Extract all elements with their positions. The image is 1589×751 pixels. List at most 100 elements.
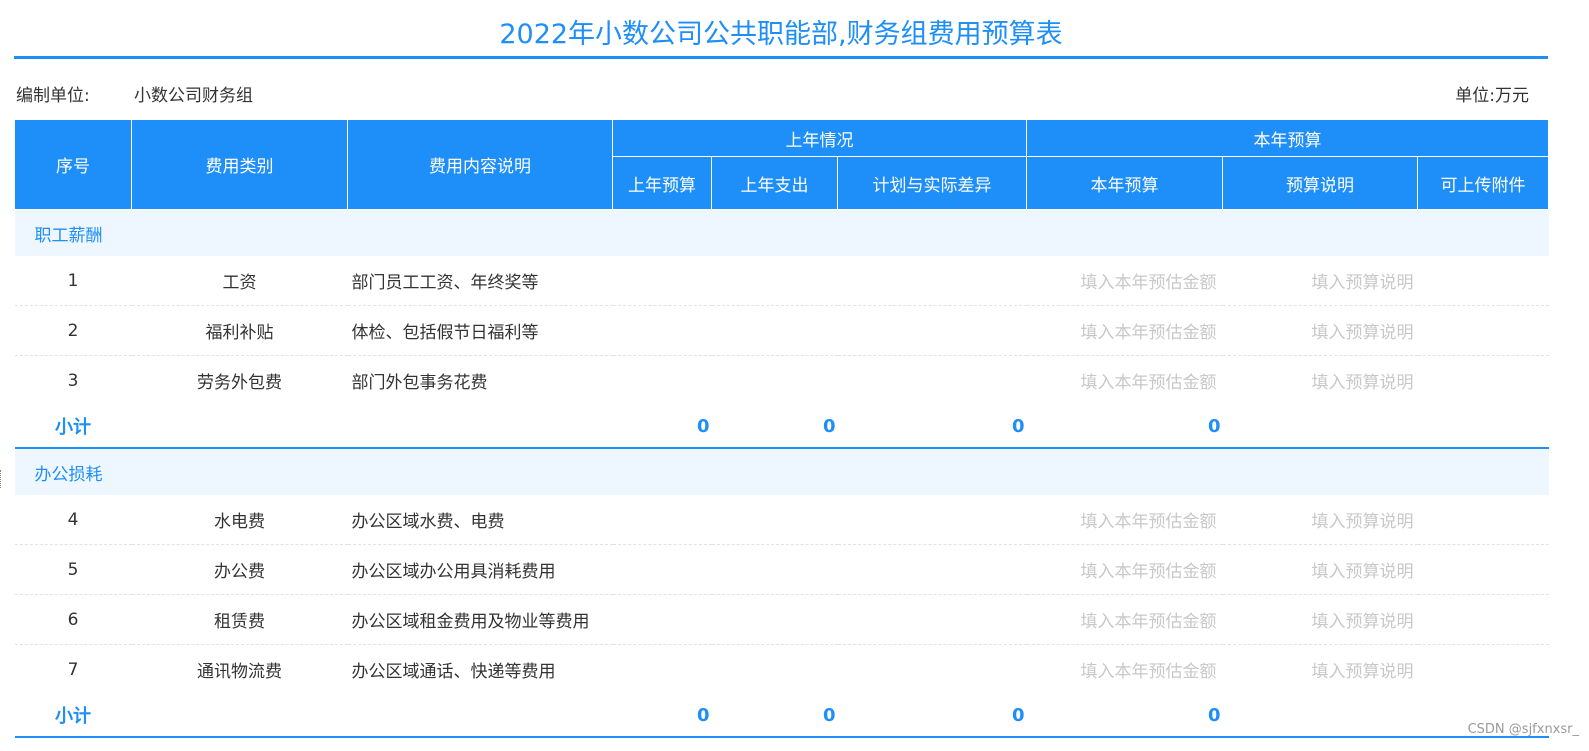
attachment-cell[interactable] [1418, 645, 1549, 695]
table-row: 6 租赁费 办公区域租金费用及物业等费用 填入本年预估金额 填入预算说明 [14, 594, 1549, 645]
budget-amount-placeholder: 填入本年预估金额 [1080, 323, 1217, 343]
col-header-category: 费用类别 [131, 119, 348, 210]
attachment-cell[interactable] [1417, 594, 1549, 645]
subtotal-budget: 0 [1026, 405, 1223, 449]
col-header-description: 费用内容说明 [347, 119, 613, 210]
cell-last-spend [711, 256, 838, 306]
budget-table: 序号 费用类别 费用内容说明 上年情况 本年预算 上年预算 上年支出 计划与实际… [14, 119, 1549, 738]
cell-last-budget [613, 645, 712, 695]
attachment-cell[interactable] [1417, 544, 1549, 595]
cell-seq: 2 [14, 305, 132, 356]
col-header-last-spend: 上年支出 [711, 156, 838, 210]
budget-note-placeholder: 填入预算说明 [1311, 273, 1414, 293]
cell-category: 福利补贴 [131, 305, 348, 356]
subtotal-last-budget: 0 [612, 405, 712, 449]
table-row: 2 福利补贴 体检、包括假节日福利等 填入本年预估金额 填入预算说明 [14, 305, 1549, 356]
subtotal-last-budget: 0 [612, 694, 712, 738]
budget-amount-placeholder: 填入本年预估金额 [1080, 373, 1217, 393]
subtotal-empty [131, 694, 348, 738]
cell-category: 工资 [131, 256, 348, 306]
cell-seq: 4 [14, 495, 132, 545]
budget-amount-placeholder: 填入本年预估金额 [1080, 662, 1217, 682]
budget-amount-input[interactable]: 填入本年预估金额 [1026, 594, 1223, 645]
subtotal-row: 小计 0 0 0 0 [14, 405, 1549, 449]
table-row: 5 办公费 办公区域办公用具消耗费用 填入本年预估金额 填入预算说明 [14, 544, 1549, 595]
budget-amount-placeholder: 填入本年预估金额 [1080, 562, 1217, 582]
subtotal-empty [347, 405, 613, 449]
cell-seq: 6 [14, 594, 132, 645]
budget-amount-input[interactable]: 填入本年预估金额 [1026, 544, 1223, 595]
cell-last-budget [612, 256, 712, 306]
cell-seq: 1 [14, 256, 132, 306]
cell-category: 劳务外包费 [197, 373, 282, 393]
attachment-cell[interactable] [1418, 356, 1549, 406]
budget-note-input[interactable]: 填入预算说明 [1222, 544, 1418, 595]
page-title: 2022年小数公司公共职能部,财务组费用预算表 [14, 0, 1548, 59]
currency-unit: 单位:万元 [1455, 86, 1529, 106]
table-row: 1 工资 部门员工工资、年终奖等 填入本年预估金额 填入预算说明 [14, 256, 1549, 306]
budget-note-input[interactable]: 填入预算说明 [1222, 495, 1418, 545]
budget-note-input[interactable]: 填入预算说明 [1222, 256, 1418, 306]
budget-amount-input[interactable]: 填入本年预估金额 [1027, 645, 1223, 695]
cell-seq: 7 [67, 659, 79, 680]
watermark: CSDN @sjfxnxsr_ [1467, 722, 1579, 737]
cell-category: 租赁费 [131, 594, 348, 645]
budget-note-placeholder: 填入预算说明 [1311, 662, 1414, 682]
col-header-seq: 序号 [14, 119, 132, 210]
budget-amount-placeholder: 填入本年预估金额 [1080, 273, 1217, 293]
col-header-last-budget: 上年预算 [612, 156, 712, 210]
resize-handle[interactable] [0, 470, 4, 488]
budget-note-placeholder: 填入预算说明 [1311, 373, 1414, 393]
subtotal-empty [1222, 405, 1418, 449]
cell-last-budget [612, 544, 712, 595]
group-row: 职工薪酬 [14, 209, 1549, 256]
subtotal-label: 小计 [14, 405, 132, 449]
subtotal-label: 小计 [14, 694, 132, 738]
cell-last-spend [711, 594, 838, 645]
cell-last-spend [711, 544, 838, 595]
budget-amount-input[interactable]: 填入本年预估金额 [1026, 305, 1223, 356]
cell-description: 办公区域租金费用及物业等费用 [347, 594, 613, 645]
budget-note-placeholder: 填入预算说明 [1311, 612, 1414, 632]
cell-category: 水电费 [131, 495, 348, 545]
col-header-diff: 计划与实际差异 [837, 156, 1027, 210]
table-row: 4 水电费 办公区域水费、电费 填入本年预估金额 填入预算说明 [14, 495, 1549, 545]
col-group-last-year: 上年情况 [612, 119, 1027, 157]
cell-diff [837, 256, 1027, 306]
cell-description: 体检、包括假节日福利等 [347, 305, 613, 356]
cell-last-spend [711, 305, 838, 356]
budget-amount-placeholder: 填入本年预估金额 [1080, 512, 1217, 532]
cell-category: 通讯物流费 [197, 662, 282, 682]
group-name: 职工薪酬 [14, 209, 1549, 256]
budget-note-input[interactable]: 填入预算说明 [1223, 645, 1418, 695]
table-row: 3 劳务外包费 部门外包事务花费 填入本年预估金额 填入预算说明 [15, 356, 1549, 406]
cell-last-spend [712, 645, 838, 695]
budget-amount-input[interactable]: 填入本年预估金额 [1026, 256, 1223, 306]
budget-amount-input[interactable]: 填入本年预估金额 [1027, 356, 1223, 406]
cell-last-spend [712, 356, 838, 406]
attachment-cell[interactable] [1417, 256, 1549, 306]
subtotal-empty [347, 694, 613, 738]
cell-diff [837, 544, 1027, 595]
subtotal-row: 小计 0 0 0 0 [14, 694, 1549, 738]
budget-note-input[interactable]: 填入预算说明 [1223, 356, 1418, 406]
budget-note-placeholder: 填入预算说明 [1311, 323, 1414, 343]
cell-diff [837, 594, 1027, 645]
subtotal-last-spend: 0 [711, 694, 838, 738]
table-row: 7 通讯物流费 办公区域通话、快递等费用 填入本年预估金额 填入预算说明 [15, 645, 1549, 695]
budget-note-input[interactable]: 填入预算说明 [1222, 594, 1418, 645]
cell-diff [838, 645, 1027, 695]
cell-diff [837, 305, 1027, 356]
budget-amount-input[interactable]: 填入本年预估金额 [1026, 495, 1223, 545]
cell-last-budget [612, 594, 712, 645]
budget-amount-placeholder: 填入本年预估金额 [1080, 612, 1217, 632]
col-header-note: 预算说明 [1222, 156, 1418, 210]
subtotal-diff: 0 [837, 694, 1027, 738]
attachment-cell[interactable] [1417, 495, 1549, 545]
col-header-budget: 本年预算 [1026, 156, 1223, 210]
budget-note-input[interactable]: 填入预算说明 [1222, 305, 1418, 356]
cell-description: 部门外包事务花费 [351, 373, 488, 393]
attachment-cell[interactable] [1417, 305, 1549, 356]
budget-note-placeholder: 填入预算说明 [1311, 562, 1414, 582]
cell-description: 办公区域办公用具消耗费用 [347, 544, 613, 595]
